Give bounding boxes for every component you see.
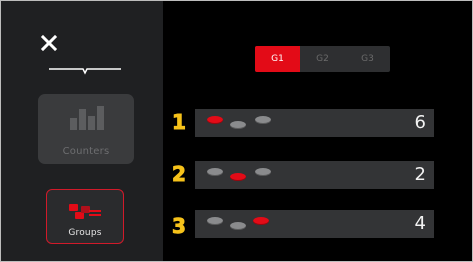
close-icon[interactable]	[40, 34, 58, 52]
row-number-1: 1	[172, 111, 186, 133]
row-number-2: 2	[172, 163, 186, 185]
dot-1	[207, 168, 223, 176]
dot-3	[253, 217, 269, 225]
chevron-down-icon[interactable]	[49, 65, 121, 77]
dot-3	[255, 116, 271, 124]
app-frame: Counters Groups G1 G2 G3 1 6 2 2 3 4	[0, 0, 473, 262]
row-number-3-badge: 3	[172, 215, 187, 237]
groups-button[interactable]: Groups	[46, 189, 124, 244]
groups-icon	[69, 204, 101, 219]
tab-g1[interactable]: G1	[255, 46, 300, 72]
dot-2	[230, 222, 246, 230]
groups-label: Groups	[68, 228, 102, 238]
row-number-3: 3	[172, 215, 186, 237]
counters-label: Counters	[62, 146, 110, 157]
row-count-1: 6	[414, 112, 426, 133]
group-row-3[interactable]: 4	[195, 210, 434, 238]
tab-g3[interactable]: G3	[345, 46, 390, 72]
group-selector: G1 G2 G3	[255, 46, 390, 72]
bar-chart-icon	[70, 106, 104, 130]
sidebar: Counters Groups	[1, 1, 163, 261]
group-row-2[interactable]: 2	[195, 161, 434, 189]
dot-1	[207, 116, 223, 124]
tab-g2[interactable]: G2	[300, 46, 345, 72]
row-count-3: 4	[414, 213, 426, 234]
dot-2	[230, 173, 246, 181]
dot-2	[230, 121, 246, 129]
group-row-1[interactable]: 6	[195, 109, 434, 137]
counters-button[interactable]: Counters	[38, 94, 134, 164]
row-number-2-badge: 2	[172, 163, 187, 185]
row-count-2: 2	[414, 164, 426, 185]
dot-1	[207, 217, 223, 225]
dot-3	[255, 168, 271, 176]
row-number-1-badge: 1	[172, 111, 187, 133]
